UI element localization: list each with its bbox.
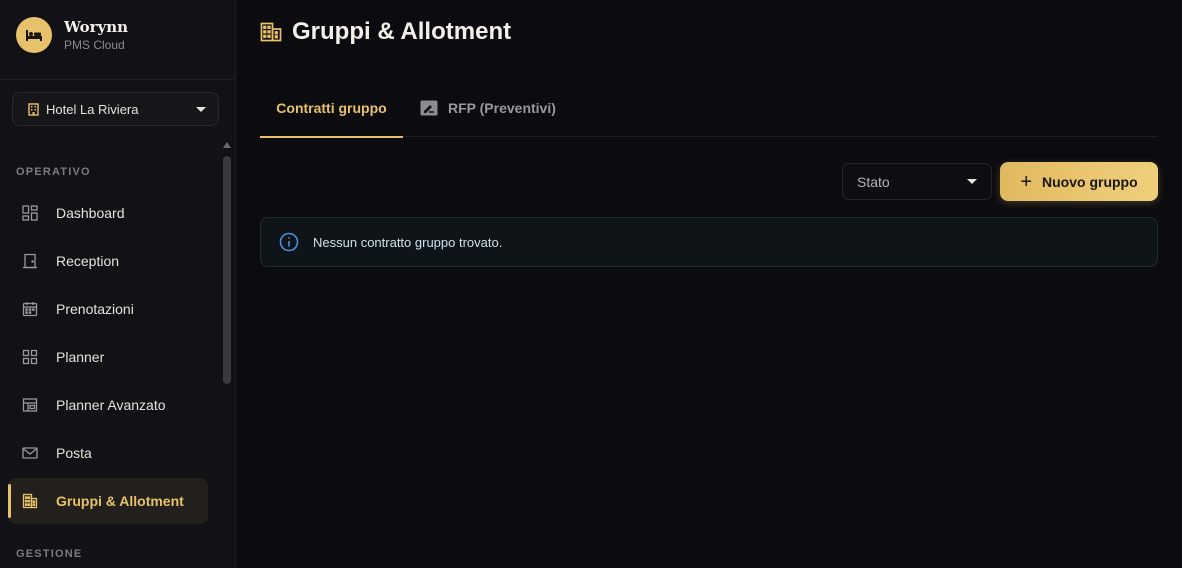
tab-contratti-gruppo[interactable]: Contratti gruppo (260, 78, 403, 138)
mail-icon (22, 445, 38, 461)
empty-state-alert: Nessun contratto gruppo trovato. (260, 217, 1158, 267)
sidebar-item-label: Planner (56, 349, 105, 365)
door-icon (22, 253, 38, 269)
section-title-operativo: OPERATIVO (16, 166, 91, 178)
divider (0, 79, 236, 80)
sidebar-scrollbar[interactable] (222, 140, 232, 568)
calendar-icon (22, 301, 38, 317)
tab-label: Contratti gruppo (276, 99, 387, 116)
new-group-label: Nuovo gruppo (1042, 173, 1138, 190)
chevron-down-icon (967, 179, 977, 184)
sidebar-nav: Dashboard Reception Prenotazioni Planner… (8, 190, 208, 526)
bed-icon (16, 17, 52, 53)
info-icon (279, 232, 299, 252)
brand[interactable]: Worynn PMS Cloud (16, 17, 128, 53)
plus-icon: + (1020, 170, 1033, 193)
dashboard-icon (22, 205, 38, 221)
sidebar-item-planner[interactable]: Planner (8, 334, 208, 380)
grid-icon (22, 349, 38, 365)
sidebar-item-dashboard[interactable]: Dashboard (8, 190, 208, 236)
sidebar-item-prenotazioni[interactable]: Prenotazioni (8, 286, 208, 332)
sidebar: Worynn PMS Cloud Hotel La Riviera OPERAT… (0, 0, 236, 568)
brand-subtitle: PMS Cloud (64, 38, 125, 52)
building-icon (260, 22, 282, 42)
state-filter-select[interactable]: Stato (842, 163, 992, 200)
rfp-icon (420, 100, 438, 116)
sidebar-item-gruppi-allotment[interactable]: Gruppi & Allotment (8, 478, 208, 524)
sidebar-item-reception[interactable]: Reception (8, 238, 208, 284)
sidebar-item-label: Planner Avanzato (56, 397, 166, 413)
layout-icon (22, 397, 38, 413)
building-icon (22, 493, 38, 509)
page-title: Gruppi & Allotment (260, 18, 511, 46)
state-filter-placeholder: Stato (857, 173, 890, 190)
hotel-select-value: Hotel La Riviera (46, 101, 139, 117)
chevron-down-icon (196, 106, 206, 112)
tab-bar: Contratti gruppo RFP (Preventivi) (260, 78, 1158, 138)
sidebar-item-label: Prenotazioni (56, 301, 134, 317)
section-title-gestione: GESTIONE (16, 548, 83, 560)
alert-message: Nessun contratto gruppo trovato. (313, 234, 503, 250)
new-group-button[interactable]: + Nuovo gruppo (1000, 162, 1158, 201)
page-title-text: Gruppi & Allotment (292, 18, 512, 45)
scrollbar-thumb[interactable] (223, 156, 231, 384)
sidebar-item-label: Gruppi & Allotment (56, 493, 184, 509)
sidebar-item-planner-avanzato[interactable]: Planner Avanzato (8, 382, 208, 428)
tab-rfp-preventivi[interactable]: RFP (Preventivi) (420, 78, 556, 137)
brand-name: Worynn (64, 18, 129, 36)
hotel-icon (27, 102, 40, 116)
tab-label: RFP (Preventivi) (448, 99, 556, 116)
sidebar-item-posta[interactable]: Posta (8, 430, 208, 476)
sidebar-item-label: Dashboard (56, 205, 125, 221)
scroll-up-arrow-icon[interactable] (223, 142, 231, 148)
hotel-select[interactable]: Hotel La Riviera (12, 92, 219, 126)
sidebar-item-label: Reception (56, 253, 120, 269)
sidebar-item-label: Posta (56, 445, 92, 461)
